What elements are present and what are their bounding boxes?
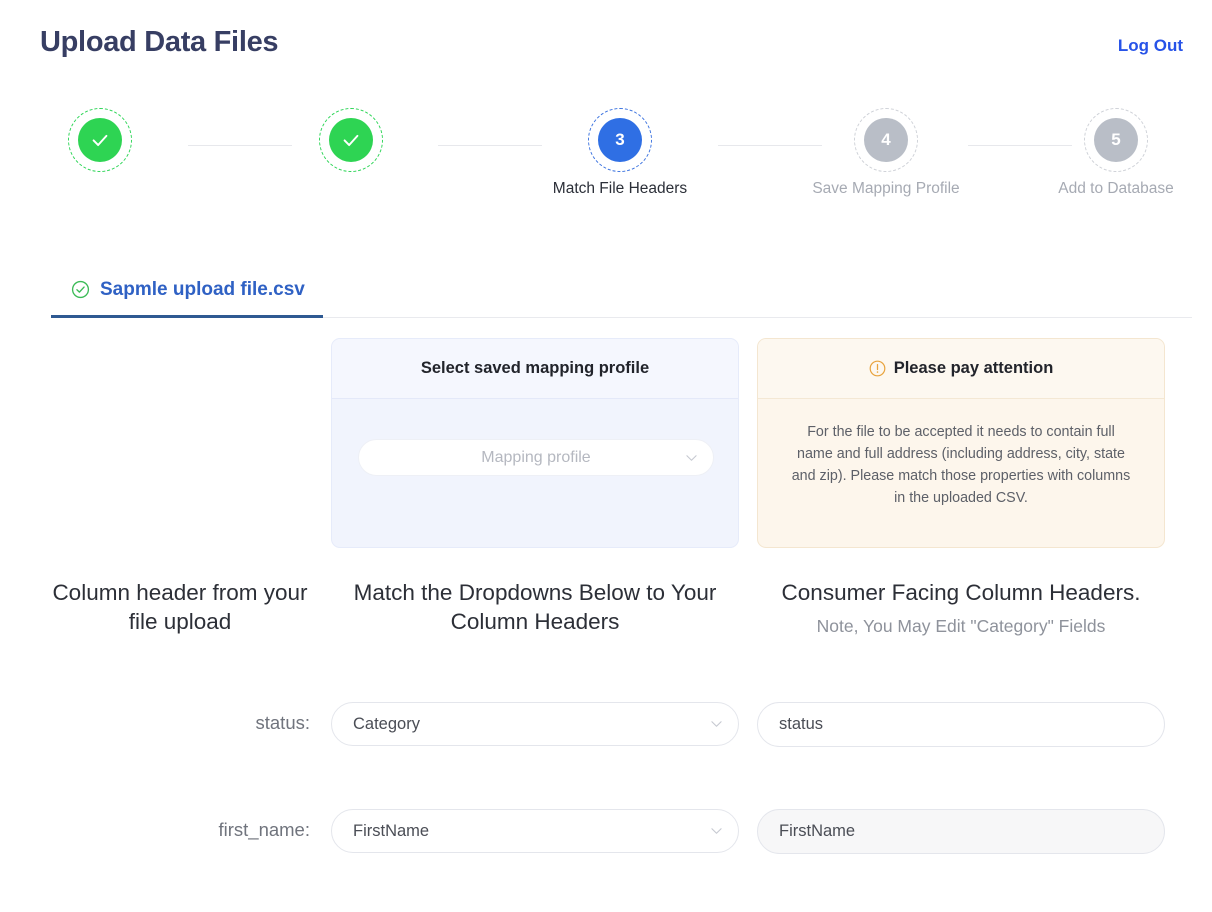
chevron-down-icon bbox=[711, 828, 722, 834]
step-2-circle bbox=[329, 118, 373, 162]
stepper-step-4[interactable]: 4 Save Mapping Profile bbox=[806, 108, 966, 198]
left-column-heading: Column header from your file upload bbox=[52, 580, 308, 634]
consumer-header-input[interactable] bbox=[757, 809, 1165, 854]
right-column-heading: Consumer Facing Column Headers. bbox=[781, 580, 1141, 605]
chevron-down-icon bbox=[686, 454, 697, 461]
page-header: Upload Data Files Log Out bbox=[0, 0, 1212, 92]
file-tab-label: Sapmle upload file.csv bbox=[100, 278, 305, 300]
step-4-label: Save Mapping Profile bbox=[812, 180, 960, 197]
step-1-ring bbox=[68, 108, 132, 172]
attention-card-body: For the file to be accepted it needs to … bbox=[758, 399, 1164, 547]
step-3-circle: 3 bbox=[598, 118, 642, 162]
mapping-row: status: Category bbox=[0, 698, 1212, 805]
check-icon bbox=[343, 134, 359, 147]
step-5-ring: 5 bbox=[1084, 108, 1148, 172]
mapping-dropdown-value: FirstName bbox=[353, 821, 430, 840]
check-circle-icon bbox=[71, 280, 90, 299]
log-out-link[interactable]: Log Out bbox=[1118, 36, 1183, 56]
file-tab-bar: Sapmle upload file.csv bbox=[51, 264, 1192, 318]
attention-card-title: Please pay attention bbox=[893, 359, 1054, 377]
chevron-down-icon bbox=[711, 721, 722, 727]
mapping-dropdown[interactable]: FirstName bbox=[331, 809, 739, 853]
step-4-circle: 4 bbox=[864, 118, 908, 162]
step-4-ring: 4 bbox=[854, 108, 918, 172]
source-column-label: first_name: bbox=[218, 819, 310, 840]
step-3-label: Match File Headers bbox=[552, 180, 688, 197]
mapping-dropdown-value: Category bbox=[353, 714, 420, 733]
right-column-heading-block: Consumer Facing Column Headers. Note, Yo… bbox=[757, 578, 1165, 641]
step-2-ring bbox=[319, 108, 383, 172]
mapping-profile-card-body: Mapping profile bbox=[332, 399, 738, 547]
step-connector-2 bbox=[438, 145, 542, 146]
source-column-label: status: bbox=[255, 712, 311, 733]
mapping-dropdown[interactable]: Category bbox=[331, 702, 739, 746]
middle-column-heading: Match the Dropdowns Below to Your Column… bbox=[353, 580, 717, 634]
mapping-profile-select-placeholder: Mapping profile bbox=[481, 448, 591, 466]
step-1-circle bbox=[78, 118, 122, 162]
exclamation-circle-icon bbox=[869, 360, 886, 377]
mapping-profile-select[interactable]: Mapping profile bbox=[358, 439, 714, 476]
mapping-profile-card: Select saved mapping profile Mapping pro… bbox=[331, 338, 739, 548]
step-3-ring: 3 bbox=[588, 108, 652, 172]
right-column-note: Note, You May Edit "Category" Fields bbox=[816, 616, 1106, 636]
progress-stepper: 3 Match File Headers 4 Save Mapping Prof… bbox=[40, 108, 1192, 212]
mapping-row: first_name: FirstName bbox=[0, 805, 1212, 912]
attention-card-text: For the file to be accepted it needs to … bbox=[791, 424, 1131, 506]
attention-card: Please pay attention For the file to be … bbox=[757, 338, 1165, 548]
stepper-step-1[interactable] bbox=[20, 108, 180, 180]
info-cards: Select saved mapping profile Mapping pro… bbox=[331, 338, 1165, 548]
attention-card-header: Please pay attention bbox=[758, 339, 1164, 399]
column-headings: Column header from your file upload Matc… bbox=[0, 578, 1212, 678]
page-title: Upload Data Files bbox=[40, 26, 279, 58]
stepper-step-2[interactable] bbox=[271, 108, 431, 180]
file-tab-sapmle-upload-file-csv[interactable]: Sapmle upload file.csv bbox=[51, 264, 323, 318]
stepper-step-5[interactable]: 5 Add to Database bbox=[1036, 108, 1196, 198]
mapping-profile-card-title: Select saved mapping profile bbox=[332, 339, 738, 399]
stepper-step-3[interactable]: 3 Match File Headers bbox=[540, 108, 700, 198]
consumer-header-input[interactable] bbox=[757, 702, 1165, 747]
check-icon bbox=[92, 134, 108, 147]
mapping-rows: status: Category first_name: FirstName bbox=[0, 698, 1212, 912]
step-5-label: Add to Database bbox=[1058, 180, 1174, 197]
step-5-circle: 5 bbox=[1094, 118, 1138, 162]
